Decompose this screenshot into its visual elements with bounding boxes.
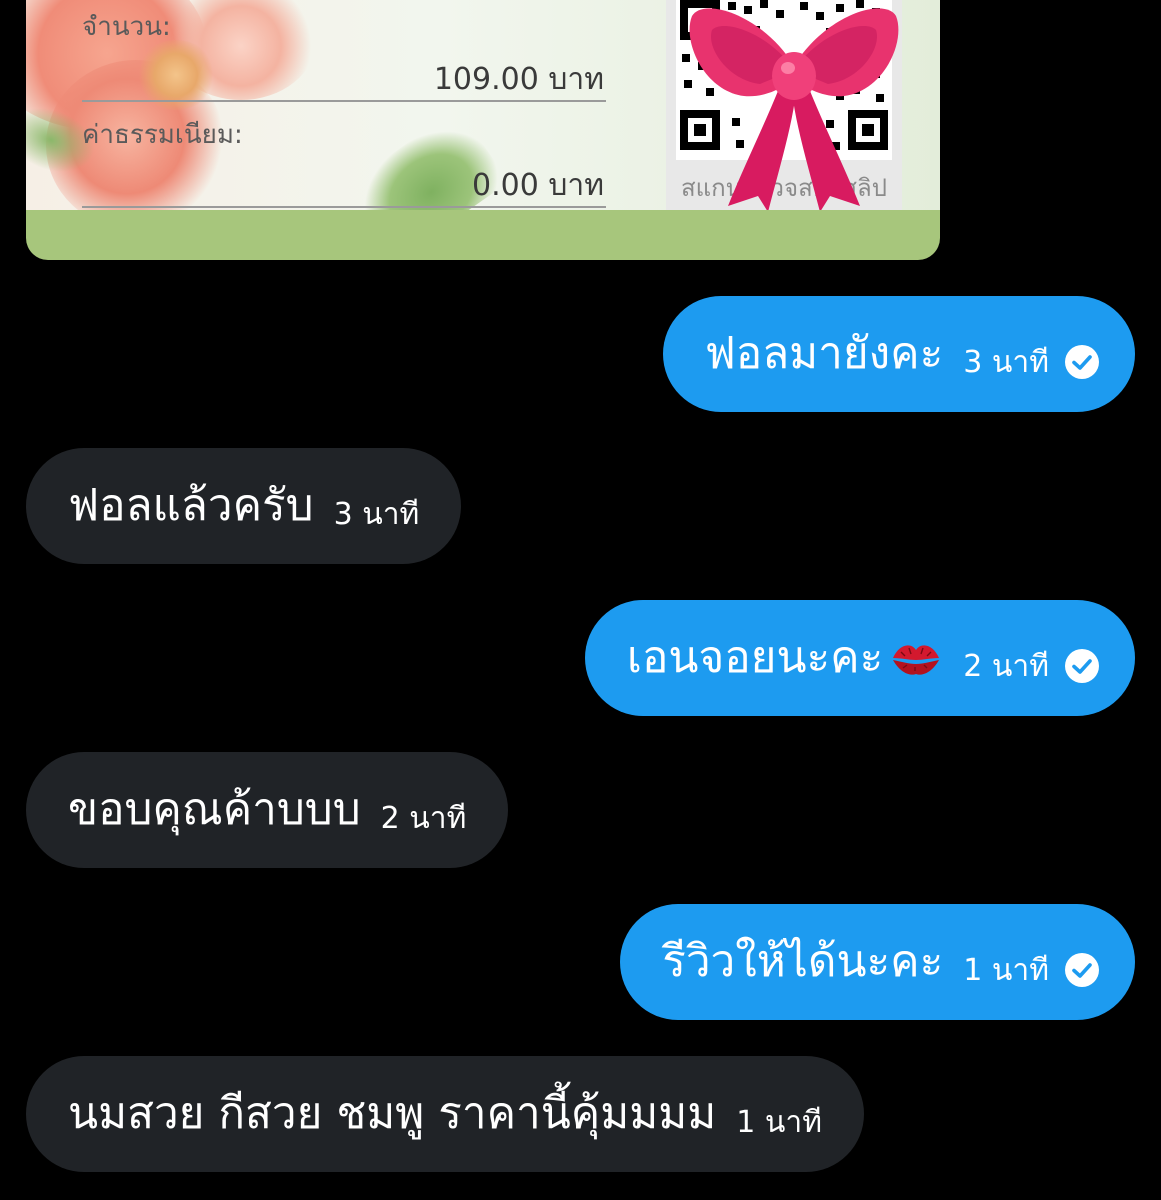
incoming-message[interactable]: ฟอลแล้วครับ 3 นาที: [26, 448, 462, 564]
divider: [82, 206, 606, 208]
message-text: ฟอลมายังคะ: [704, 328, 944, 379]
message-text: ขอบคุณค้าบบบ: [68, 784, 361, 835]
read-check-icon: [1065, 649, 1099, 683]
ribbon-bow-icon: [689, 8, 899, 210]
message-text: เอนจอยนะคะ: [626, 632, 884, 683]
read-check-icon: [1065, 345, 1099, 379]
message-text: ฟอลแล้วครับ: [68, 480, 314, 531]
chat-screen: จำนวน: 109.00 บาท ค่าธรรมเนียม: 0.00 บาท: [0, 0, 1161, 1200]
incoming-message[interactable]: นมสวย กีสวย ชมพู ราคานี้คุ้มมมม 1 นาที: [26, 1056, 865, 1172]
message-time: 1 นาที: [736, 1104, 823, 1140]
message-time: 2 นาที: [380, 800, 467, 836]
fee-label: ค่าธรรมเนียม:: [82, 120, 243, 150]
incoming-message[interactable]: ขอบคุณค้าบบบ 2 นาที: [26, 752, 509, 868]
amount-label: จำนวน:: [82, 12, 171, 42]
slip-paper: จำนวน: 109.00 บาท ค่าธรรมเนียม: 0.00 บาท: [26, 0, 940, 210]
divider: [82, 100, 606, 102]
message-time: 3 นาที: [963, 344, 1049, 380]
message-time: 3 นาที: [333, 496, 420, 532]
payment-slip-image[interactable]: จำนวน: 109.00 บาท ค่าธรรมเนียม: 0.00 บาท: [26, 0, 940, 260]
message-text: นมสวย กีสวย ชมพู ราคานี้คุ้มมมม: [68, 1088, 717, 1139]
fee-value: 0.00 บาท: [472, 168, 604, 203]
outgoing-message[interactable]: ฟอลมายังคะ 3 นาที: [662, 296, 1135, 412]
outgoing-message[interactable]: เอนจอยนะคะ 2 นาที: [584, 600, 1135, 716]
outgoing-message[interactable]: รีวิวให้ได้นะคะ 1 นาที: [620, 904, 1135, 1020]
message-time: 1 นาที: [963, 952, 1049, 988]
read-check-icon: [1065, 953, 1099, 987]
amount-value: 109.00 บาท: [433, 62, 604, 97]
message-time: 2 นาที: [963, 648, 1049, 684]
kiss-mark-icon: [893, 645, 940, 675]
message-text: รีวิวให้ได้นะคะ: [662, 936, 944, 987]
